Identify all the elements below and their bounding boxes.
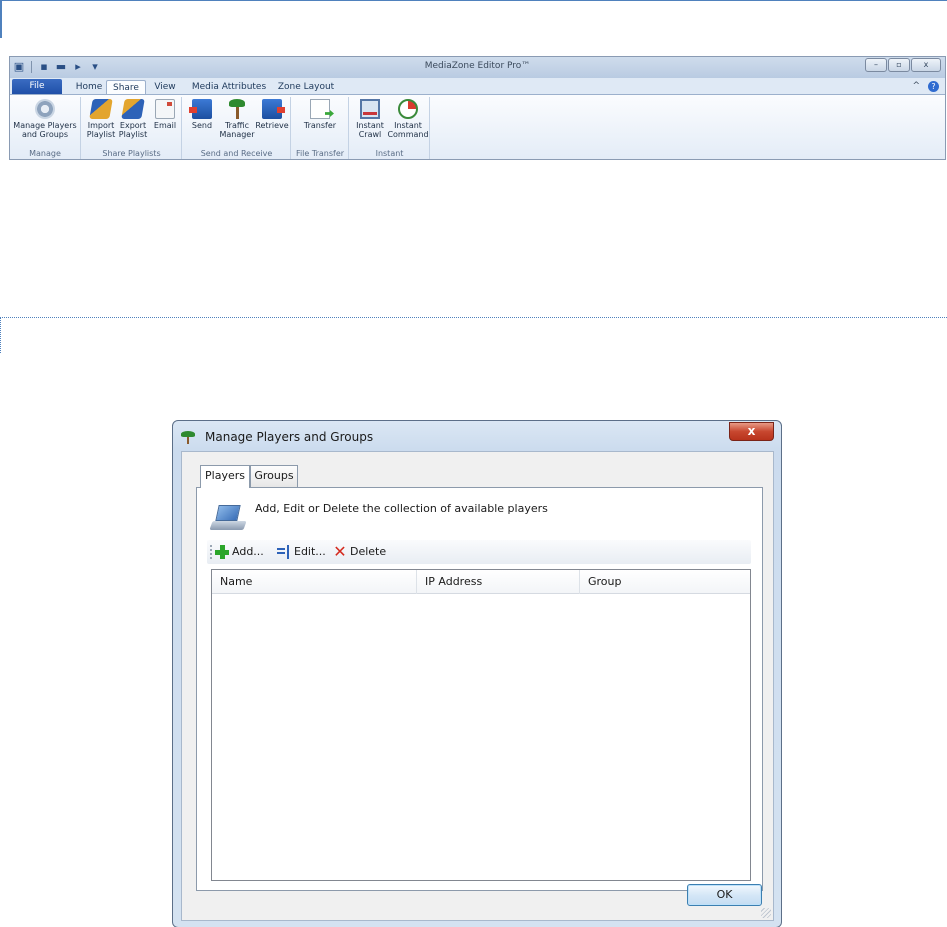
manage-players-button[interactable]: Manage Players and Groups — [13, 99, 77, 139]
export-playlist-button[interactable]: Export Playlist — [117, 99, 149, 139]
group-manage: Manage Players and Groups Manage — [10, 97, 81, 159]
palm-tree-icon — [227, 99, 247, 119]
window-controls: – ▫ x — [865, 58, 941, 72]
crawl-icon — [360, 99, 380, 119]
palm-tree-icon — [181, 430, 195, 444]
ribbon-right-controls: ^ ? — [912, 81, 939, 92]
minimize-button[interactable]: – — [865, 58, 887, 72]
tab-share[interactable]: Share — [106, 80, 146, 95]
group-label-manage: Manage — [29, 149, 61, 158]
edit-icon — [277, 545, 291, 559]
tab-zone-layout[interactable]: Zone Layout — [274, 80, 338, 94]
list-header: Name IP Address Group — [212, 570, 750, 594]
plus-icon — [215, 545, 229, 559]
file-tab[interactable]: File — [12, 79, 62, 94]
manage-players-dialog: Manage Players and Groups x Players Grou… — [172, 420, 782, 927]
ribbon-tab-row: File Home Share View Media Attributes Zo… — [10, 78, 945, 95]
document-top-border — [0, 0, 947, 1]
import-playlist-button[interactable]: Import Playlist — [85, 99, 117, 139]
email-button[interactable]: Email — [150, 99, 180, 130]
retrieve-icon — [262, 99, 285, 119]
group-share-playlists: Import Playlist Export Playlist Email Sh… — [82, 97, 182, 159]
document-section-left-border — [0, 317, 1, 353]
send-button[interactable]: Send — [187, 99, 217, 130]
restore-button[interactable]: ▫ — [888, 58, 910, 72]
minimize-ribbon-icon[interactable]: ^ — [912, 81, 920, 92]
help-icon[interactable]: ? — [928, 81, 939, 92]
ok-button[interactable]: OK — [687, 884, 762, 906]
delete-button[interactable]: ✕ Delete — [333, 544, 386, 560]
transfer-button[interactable]: Transfer — [298, 99, 342, 130]
stopwatch-icon — [398, 99, 418, 119]
app-title: MediaZone Editor Pro™ — [424, 61, 531, 71]
export-icon — [121, 99, 145, 119]
tab-groups[interactable]: Groups — [250, 465, 298, 487]
tab-players[interactable]: Players — [200, 465, 250, 488]
dialog-client-area: Players Groups Add, Edit or Delete the c… — [181, 451, 774, 921]
title-bar: ▣ ▪ ▬ ▸ ▾ MediaZone Editor Pro™ – ▫ x — [10, 57, 945, 78]
retrieve-button[interactable]: Retrieve — [255, 99, 289, 130]
import-icon — [89, 99, 113, 119]
document-section-divider — [0, 317, 947, 318]
players-computer-icon — [209, 503, 247, 531]
players-tab-panel: Add, Edit or Delete the collection of av… — [196, 487, 763, 891]
players-list[interactable]: Name IP Address Group — [211, 569, 751, 881]
players-toolbar: Add... Edit... ✕ Delete — [207, 540, 751, 564]
instant-crawl-button[interactable]: Instant Crawl — [353, 99, 387, 139]
document-left-border — [0, 0, 2, 38]
instant-command-button[interactable]: Instant Command — [387, 99, 429, 139]
column-header-group[interactable]: Group — [580, 570, 750, 594]
tab-media-attributes[interactable]: Media Attributes — [186, 80, 272, 94]
email-icon — [155, 99, 175, 119]
gear-icon — [35, 99, 55, 119]
group-label-instant: Instant — [375, 149, 404, 158]
dialog-close-button[interactable]: x — [729, 422, 774, 441]
traffic-manager-button[interactable]: Traffic Manager — [219, 99, 255, 139]
dialog-title: Manage Players and Groups — [205, 430, 374, 444]
column-header-name[interactable]: Name — [212, 570, 417, 594]
tab-home[interactable]: Home — [70, 80, 108, 94]
tab-view[interactable]: View — [148, 80, 182, 94]
group-label-file-transfer: File Transfer — [295, 149, 345, 158]
send-icon — [189, 99, 212, 119]
toolbar-grip — [210, 545, 212, 559]
group-file-transfer: Transfer File Transfer — [292, 97, 349, 159]
add-button[interactable]: Add... — [215, 544, 264, 560]
dialog-title-bar: Manage Players and Groups x — [173, 421, 781, 451]
group-label-send-receive: Send and Receive — [200, 149, 273, 158]
group-send-receive: Send Traffic Manager Retrieve Send and R… — [183, 97, 291, 159]
close-button[interactable]: x — [911, 58, 941, 72]
group-instant: Instant Crawl Instant Command Instant — [350, 97, 430, 159]
ribbon-body: Manage Players and Groups Manage Import … — [10, 94, 945, 159]
delete-x-icon: ✕ — [333, 542, 347, 561]
resize-grip[interactable] — [761, 908, 771, 918]
group-label-share-playlists: Share Playlists — [102, 149, 161, 158]
transfer-icon — [310, 99, 330, 119]
column-header-ip-address[interactable]: IP Address — [417, 570, 580, 594]
edit-button[interactable]: Edit... — [277, 544, 326, 560]
panel-description: Add, Edit or Delete the collection of av… — [255, 502, 548, 515]
ribbon-window: ▣ ▪ ▬ ▸ ▾ MediaZone Editor Pro™ – ▫ x Fi… — [9, 56, 946, 160]
